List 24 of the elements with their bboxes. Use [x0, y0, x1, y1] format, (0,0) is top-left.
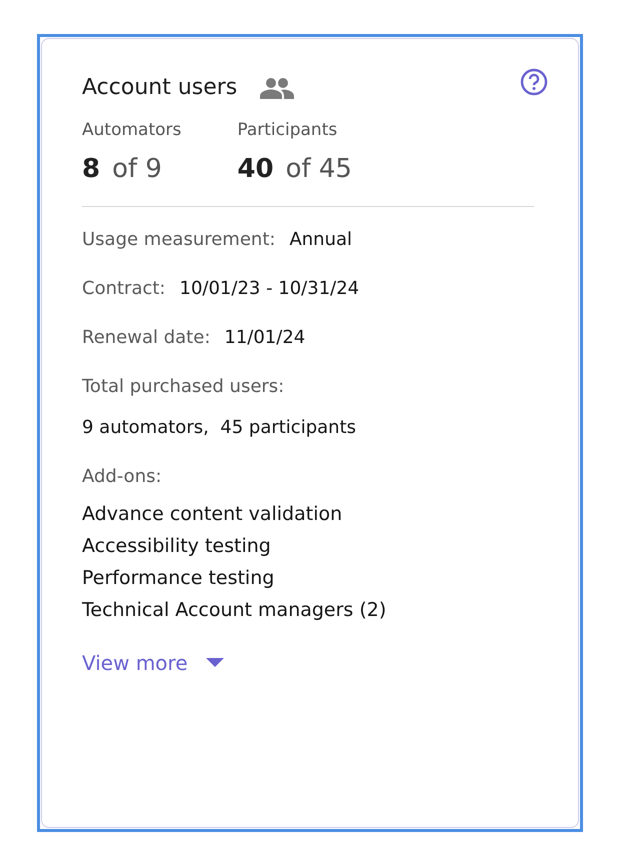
- detail-value: Annual: [289, 229, 352, 250]
- stat-total: of 9: [112, 154, 162, 184]
- detail-label: Usage measurement:: [82, 229, 276, 250]
- detail-value: 10/01/23 - 10/31/24: [180, 278, 360, 299]
- detail-label: Renewal date:: [82, 327, 210, 348]
- addon-item: Accessibility testing: [82, 535, 272, 557]
- addon-item: Advance content validation: [82, 503, 344, 525]
- addon-item: Performance testing: [82, 567, 276, 589]
- users-icon: [259, 76, 296, 98]
- help-icon[interactable]: [520, 68, 548, 96]
- detail-value: 11/01/24: [224, 327, 306, 348]
- stat-label: Participants: [237, 120, 338, 140]
- detail-value: 9 automators, 45 participants: [82, 417, 357, 438]
- stat-count: 8: [82, 154, 100, 184]
- addon-item: Technical Account managers (2): [82, 599, 388, 621]
- caret-icon: [206, 658, 224, 668]
- stat-label: Automators: [82, 120, 182, 140]
- stat-total: of 45: [286, 154, 352, 184]
- addons-label: Add-ons:: [82, 466, 163, 487]
- view-more-button[interactable]: View more: [82, 651, 224, 675]
- card-title: Account users: [82, 75, 238, 100]
- detail-label: Total purchased users:: [82, 376, 286, 397]
- stat-count: 40: [237, 154, 274, 184]
- detail-label: Contract:: [82, 278, 166, 299]
